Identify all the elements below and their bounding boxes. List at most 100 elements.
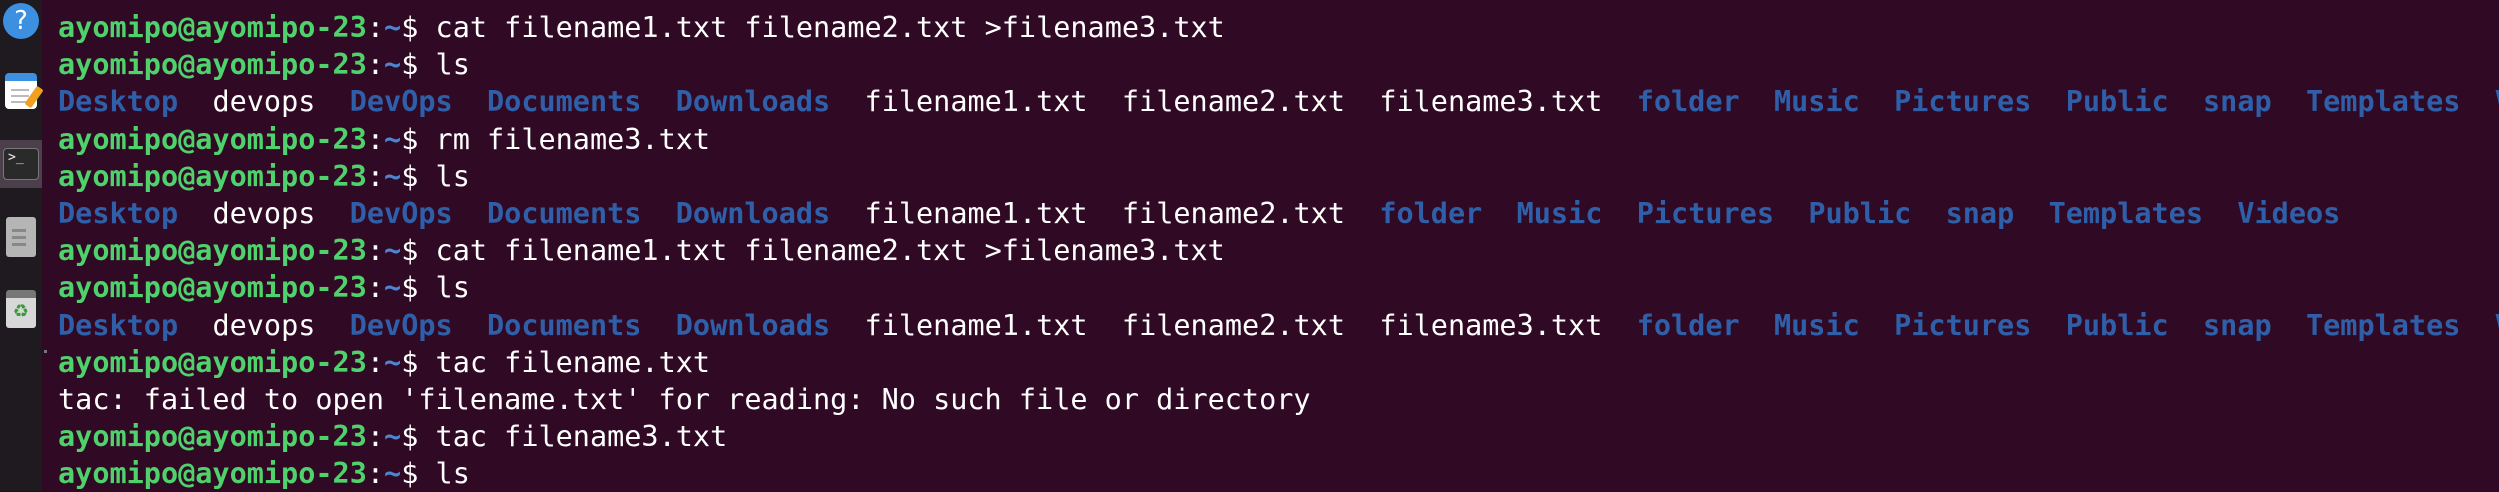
prompt-path: ~ (384, 48, 402, 82)
ls-directory-entry: Templates (2305, 85, 2461, 119)
prompt-colon: : (366, 122, 385, 156)
prompt-user: ayomipo@ayomipo-23 (58, 345, 367, 379)
ls-directory-entry: Templates (2305, 308, 2461, 342)
ls-file-entry: devops (212, 85, 316, 119)
prompt-colon: : (366, 271, 385, 305)
ls-directory-entry: Documents (487, 85, 642, 119)
text-editor-icon[interactable] (2, 72, 44, 110)
prompt-path: ~ (384, 345, 402, 379)
prompt-user: ayomipo@ayomipo-23 (58, 234, 367, 268)
ls-directory-entry: Public (2065, 308, 2169, 342)
prompt-colon: : (366, 234, 385, 268)
command-line: ayomipo@ayomipo-23:~$ ls (58, 269, 470, 306)
ls-directory-entry: Music (1773, 85, 1860, 119)
prompt-dollar: $ (401, 159, 436, 193)
ls-directory-entry: Videos (2237, 197, 2341, 230)
ls-directory-entry: folder (1636, 308, 1740, 342)
command-line: ayomipo@ayomipo-23:~$ ls (58, 455, 470, 492)
ls-file-entry: filename1.txt (864, 197, 1088, 230)
ls-directory-entry: Pictures (1636, 197, 1774, 230)
prompt-user: ayomipo@ayomipo-23 (58, 122, 367, 156)
prompt-dollar: $ (401, 271, 436, 305)
command-text: ls (435, 159, 470, 193)
prompt-dollar: $ (401, 345, 436, 379)
prompt-colon: : (366, 48, 385, 82)
command-text: ls (435, 48, 470, 82)
ls-directory-entry: Public (2065, 85, 2169, 119)
ls-directory-entry: Pictures (1894, 85, 2032, 119)
ls-directory-entry: Templates (2048, 197, 2204, 230)
prompt-user: ayomipo@ayomipo-23 (58, 271, 367, 305)
ls-directory-entry: DevOps (349, 197, 453, 230)
prompt-dollar: $ (401, 11, 436, 44)
ls-directory-entry: Documents (487, 308, 642, 342)
ls-directory-entry: Videos (2495, 309, 2499, 342)
prompt-path: ~ (384, 159, 402, 193)
command-text: tac filename3.txt (435, 420, 728, 454)
command-text: tac filename.txt (435, 345, 711, 379)
ls-file-entry: filename3.txt (1379, 85, 1603, 119)
command-line: ayomipo@ayomipo-23:~$ cat filename1.txt … (58, 232, 1225, 269)
prompt-dollar: $ (401, 234, 436, 268)
prompt-colon: : (366, 11, 385, 44)
ls-directory-entry: Music (1773, 308, 1860, 342)
prompt-path: ~ (384, 11, 402, 44)
prompt-colon: : (366, 345, 385, 379)
ls-directory-entry: DevOps (349, 308, 453, 342)
terminal-icon[interactable]: >_ (0, 140, 42, 188)
command-line: ayomipo@ayomipo-23:~$ ls (58, 158, 470, 195)
command-line: ayomipo@ayomipo-23:~$ ls (58, 46, 470, 83)
ls-directory-entry: folder (1379, 197, 1483, 230)
ls-directory-entry: Desktop (58, 85, 179, 119)
ls-directory-entry: Downloads (675, 85, 831, 119)
ls-output-line: Desktop devops DevOps Documents Download… (58, 83, 2499, 120)
command-line: ayomipo@ayomipo-23:~$ rm filename3.txt (58, 121, 710, 158)
error-output: tac: failed to open 'filename.txt' for r… (58, 383, 1311, 416)
ls-directory-entry: snap (1945, 197, 2015, 230)
ls-directory-entry: DevOps (349, 85, 453, 119)
command-text: ls (435, 271, 470, 305)
prompt-colon: : (366, 420, 385, 454)
ls-file-entry: filename2.txt (1121, 197, 1345, 230)
ls-directory-entry: snap (2203, 308, 2272, 342)
command-line: ayomipo@ayomipo-23:~$ tac filename.txt (58, 344, 710, 381)
prompt-path: ~ (384, 234, 402, 268)
ls-directory-entry: Public (1808, 197, 1912, 230)
ls-file-entry: devops (212, 197, 316, 230)
prompt-dollar: $ (401, 420, 436, 454)
ls-output-line: Desktop devops DevOps Documents Download… (58, 307, 2499, 344)
ls-file-entry: devops (212, 308, 316, 342)
prompt-dollar: $ (401, 457, 436, 491)
prompt-dollar: $ (401, 122, 436, 156)
ls-file-entry: filename1.txt (864, 308, 1088, 342)
ls-directory-entry: snap (2203, 85, 2272, 119)
prompt-colon: : (366, 159, 385, 193)
help-icon[interactable]: ? (2, 2, 40, 40)
terminal-output[interactable]: ayomipo@ayomipo-23:~$ cat filename1.txt … (58, 0, 2499, 491)
command-text: rm filename3.txt (435, 122, 711, 156)
ls-directory-entry: Downloads (675, 197, 831, 230)
prompt-path: ~ (384, 122, 402, 156)
ls-file-entry: filename1.txt (864, 85, 1088, 119)
prompt-user: ayomipo@ayomipo-23 (58, 48, 367, 82)
prompt-user: ayomipo@ayomipo-23 (58, 11, 367, 44)
files-icon[interactable] (2, 217, 40, 257)
ls-directory-entry: Desktop (58, 197, 179, 230)
ls-file-entry: filename2.txt (1121, 85, 1345, 119)
prompt-path: ~ (384, 420, 402, 454)
ls-directory-entry: Music (1516, 197, 1603, 230)
prompt-user: ayomipo@ayomipo-23 (58, 457, 367, 491)
trash-icon[interactable]: ♻ (2, 290, 40, 328)
prompt-user: ayomipo@ayomipo-23 (58, 420, 367, 454)
dock-separator (44, 350, 47, 353)
ls-directory-entry: Pictures (1894, 308, 2032, 342)
prompt-dollar: $ (401, 48, 436, 82)
output-line: tac: failed to open 'filename.txt' for r… (58, 381, 1311, 418)
command-text: cat filename1.txt filename2.txt >filenam… (435, 234, 1225, 268)
prompt-colon: : (366, 457, 385, 491)
ls-directory-entry: Downloads (675, 308, 831, 342)
command-line: ayomipo@ayomipo-23:~$ tac filename3.txt (58, 418, 727, 455)
prompt-path: ~ (384, 271, 402, 305)
ls-directory-entry: Desktop (58, 308, 179, 342)
prompt-user: ayomipo@ayomipo-23 (58, 159, 367, 193)
